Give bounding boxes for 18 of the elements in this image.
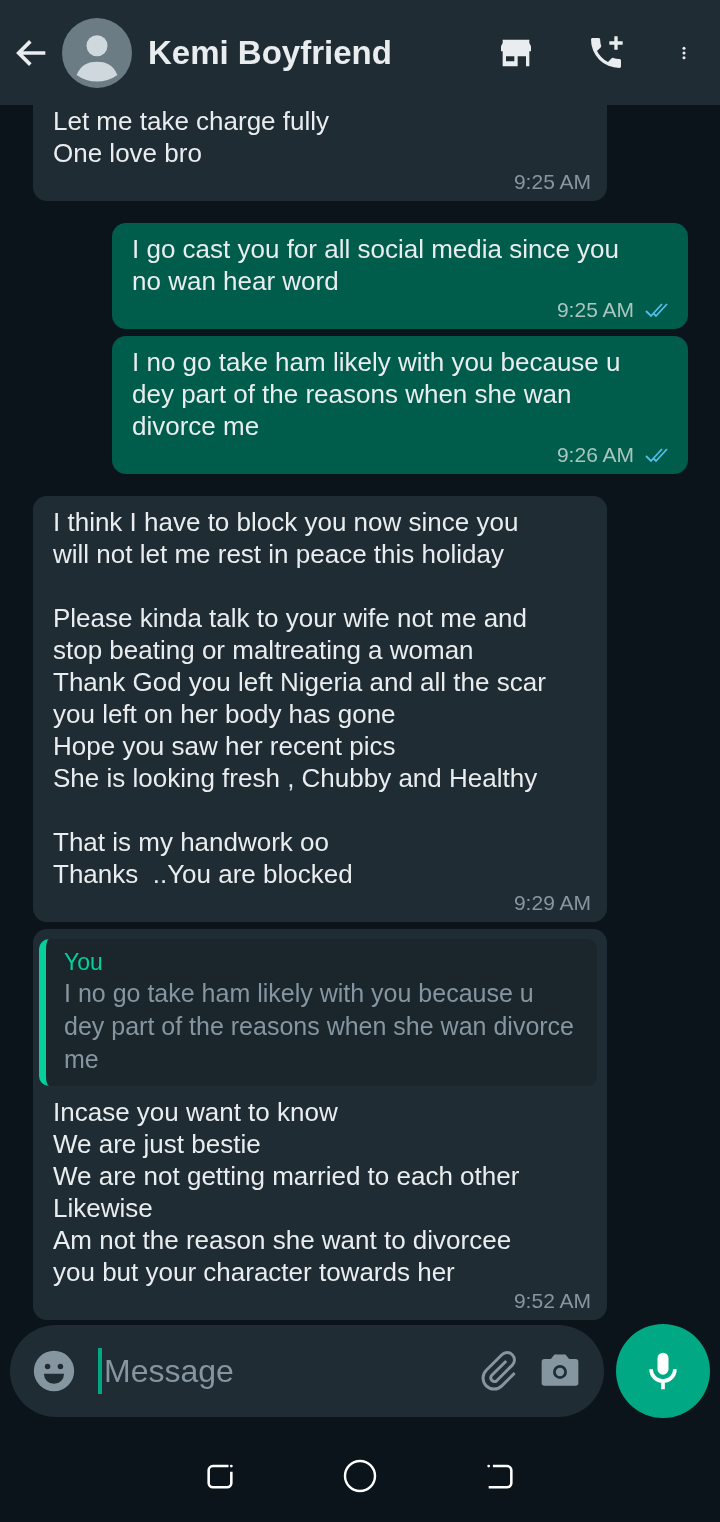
message-time: 9:25 AM xyxy=(556,297,634,323)
quote-text: I no go take ham likely with you because u dey part of the reasons when she wan divorce me xyxy=(64,978,576,1075)
message-text: I no go take ham likely with you because u dey part of the reasons when she wan divorce me xyxy=(132,346,622,442)
message-time: 9:52 AM xyxy=(513,1288,591,1314)
message-text: Let me take charge fully One love bro xyxy=(53,105,331,169)
message-input[interactable]: Message xyxy=(104,1352,458,1390)
message-time: 9:25 AM xyxy=(513,169,591,195)
avatar-icon[interactable] xyxy=(62,17,132,88)
home-icon[interactable] xyxy=(342,1458,378,1494)
message-text: I think I have to block you now since you will not let me rest in peace this holiday Please kinda talk to your wife not me and stop beating or maltreating a woman Thank God you left Nigeria and all the scar you left on her body has gone Hope you saw her recent pics She is looking fresh , Chubby and Healthy That is my handwork oo Thanks ..You are blocked xyxy=(53,506,547,890)
emoji-icon[interactable] xyxy=(32,1349,76,1393)
message-text: Incase you want to know We are just bestie We are not getting married to each other Likewise Am not the reason she want to divorcee you but your character towards her xyxy=(53,1096,521,1288)
quoted-message[interactable]: You I no go take ham likely with you because u dey part of the reasons when she wan divorce me xyxy=(39,939,597,1086)
message-time: 9:29 AM xyxy=(513,890,591,916)
quote-author: You xyxy=(64,948,104,977)
message-time: 9:26 AM xyxy=(556,442,634,468)
message-text: I go cast you for all social media since you no wan hear word xyxy=(132,233,621,297)
contact-name[interactable]: Kemi Boyfriend xyxy=(148,33,486,72)
